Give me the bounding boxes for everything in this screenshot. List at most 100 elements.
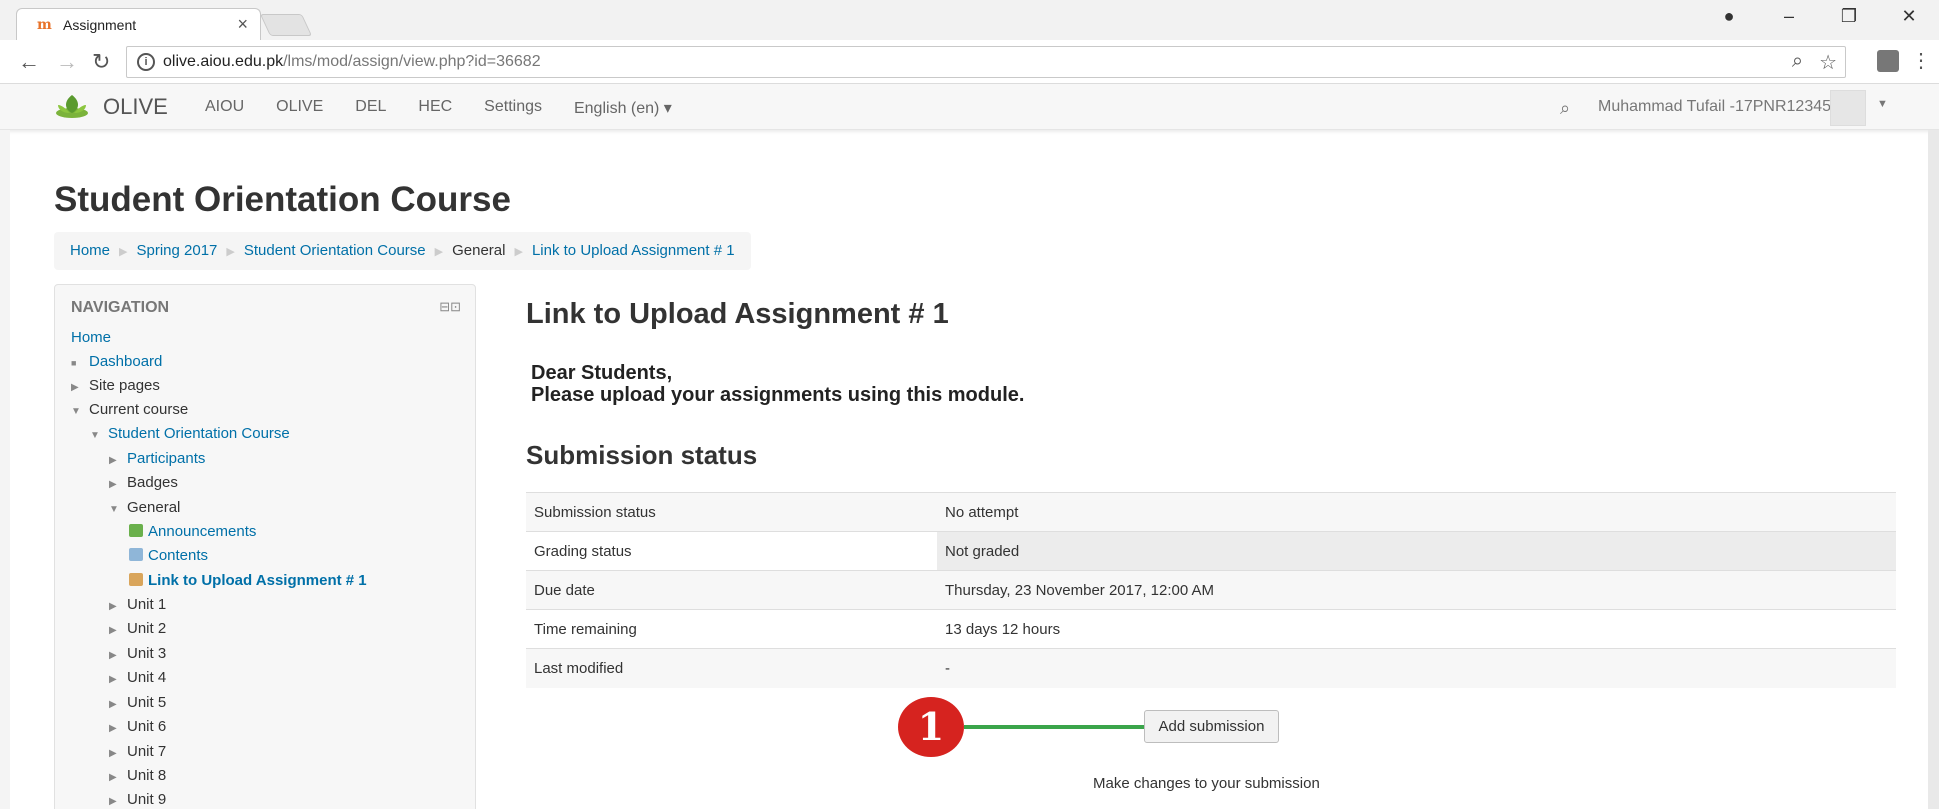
bullet-icon: ■ (71, 358, 77, 368)
expand-icon[interactable]: ▶ (109, 455, 127, 466)
avatar[interactable] (1830, 90, 1866, 126)
nav-item-upload-assignment[interactable]: Link to Upload Assignment # 1 (129, 572, 367, 589)
nav-item-announcements[interactable]: Announcements (129, 523, 256, 540)
nav-item-student-orientation-course[interactable]: ▼ Student Orientation Course (90, 425, 290, 442)
user-name[interactable]: Muhammad Tufail -17PNR12345 (1598, 98, 1831, 116)
close-tab-icon[interactable]: × (237, 14, 248, 35)
extension-icon[interactable] (1877, 50, 1899, 72)
chevron-down-icon[interactable]: ▼ (1877, 98, 1888, 110)
info-icon[interactable]: i (137, 53, 155, 71)
callout-marker: 1 (898, 697, 964, 757)
row-key: Grading status (526, 531, 937, 571)
row-value: 13 days 12 hours (937, 609, 1896, 649)
row-value: No attempt (937, 492, 1896, 532)
browser-tab-strip: m Assignment × ● – ❐ ✕ (0, 0, 1939, 40)
expand-icon[interactable]: ▶ (109, 723, 127, 734)
row-key: Time remaining (526, 609, 937, 649)
row-value: - (937, 648, 1896, 688)
expand-icon[interactable]: ▶ (109, 650, 127, 661)
menu-item-settings[interactable]: Settings (484, 98, 542, 118)
nav-item-dashboard[interactable]: ■ Dashboard (71, 353, 162, 370)
breadcrumb-assignment[interactable]: Link to Upload Assignment # 1 (532, 242, 735, 259)
site-navbar: OLIVE AIOU OLIVE DEL HEC Settings Englis… (0, 84, 1939, 130)
back-icon[interactable]: ← (18, 49, 40, 75)
reload-icon[interactable]: ↻ (92, 49, 110, 75)
bookmark-star-icon[interactable]: ☆ (1819, 50, 1837, 75)
nav-item-home[interactable]: Home (71, 329, 111, 346)
breadcrumb-home[interactable]: Home (70, 242, 110, 259)
nav-item-general[interactable]: ▼ General (109, 499, 180, 516)
nav-item-unit-8[interactable]: ▶ Unit 8 (109, 767, 166, 784)
collapse-icon[interactable]: ▼ (90, 430, 108, 441)
nav-item-participants[interactable]: ▶ Participants (109, 450, 205, 467)
browser-menu-icon[interactable]: ⋮ (1911, 48, 1931, 73)
intro-line-2: Please upload your assignments using thi… (531, 384, 1025, 406)
language-dropdown[interactable]: English (en) ▾ (574, 98, 672, 118)
expand-icon[interactable]: ▶ (109, 479, 127, 490)
new-tab-button[interactable] (259, 14, 313, 36)
expand-icon[interactable]: ▶ (109, 796, 127, 807)
breadcrumb-spring-2017[interactable]: Spring 2017 (136, 242, 217, 259)
nav-item-unit-4[interactable]: ▶ Unit 4 (109, 669, 166, 686)
menu-item-del[interactable]: DEL (355, 98, 386, 118)
nav-item-unit-1[interactable]: ▶ Unit 1 (109, 596, 166, 613)
page-title: Student Orientation Course (54, 180, 511, 219)
expand-icon[interactable]: ▶ (109, 772, 127, 783)
row-value: Not graded (937, 531, 1896, 571)
zoom-icon[interactable]: ⌕ (1792, 50, 1803, 75)
menu-item-aiou[interactable]: AIOU (205, 98, 244, 118)
collapse-icon[interactable]: ▼ (71, 406, 89, 417)
nav-item-site-pages[interactable]: ▶ Site pages (71, 377, 160, 394)
profile-icon[interactable]: ● (1699, 6, 1759, 34)
nav-item-current-course[interactable]: ▼ Current course (71, 401, 188, 418)
nav-item-badges[interactable]: ▶ Badges (109, 474, 178, 491)
submission-status-heading: Submission status (526, 440, 758, 470)
page-icon (129, 548, 143, 561)
submission-help-text: Make changes to your submission (1093, 775, 1320, 792)
collapse-icon[interactable]: ▼ (109, 504, 127, 515)
page-gutter-right (1928, 130, 1939, 809)
expand-icon[interactable]: ▶ (109, 748, 127, 759)
table-row: Time remaining 13 days 12 hours (526, 609, 1896, 649)
nav-item-unit-7[interactable]: ▶ Unit 7 (109, 743, 166, 760)
breadcrumb: Home ▶ Spring 2017 ▶ Student Orientation Cou… (54, 232, 751, 270)
breadcrumb-general: General (452, 242, 506, 259)
nav-item-unit-9[interactable]: ▶ Unit 9 (109, 791, 166, 808)
submission-status-table: Submission status No attempt Grading sta… (526, 492, 1896, 688)
expand-icon[interactable]: ▶ (109, 625, 127, 636)
row-key: Last modified (526, 648, 937, 688)
expand-icon[interactable]: ▶ (109, 699, 127, 710)
nav-item-contents[interactable]: Contents (129, 547, 208, 564)
table-row: Due date Thursday, 23 November 2017, 12:… (526, 570, 1896, 610)
expand-icon[interactable]: ▶ (109, 674, 127, 685)
nav-item-unit-6[interactable]: ▶ Unit 6 (109, 718, 166, 735)
menu-item-olive[interactable]: OLIVE (276, 98, 323, 118)
tab-title: Assignment (63, 17, 137, 33)
row-value: Thursday, 23 November 2017, 12:00 AM (937, 570, 1896, 610)
browser-tab[interactable]: m Assignment × (16, 8, 261, 40)
nav-item-unit-2[interactable]: ▶ Unit 2 (109, 620, 166, 637)
menu-item-hec[interactable]: HEC (418, 98, 452, 118)
add-submission-button[interactable]: Add submission (1144, 710, 1279, 743)
page-gutter-left (0, 130, 10, 809)
address-bar[interactable]: i olive.aiou.edu.pk/lms/mod/assign/view.… (126, 46, 1846, 78)
restore-icon[interactable]: ❐ (1819, 6, 1879, 34)
close-window-icon[interactable]: ✕ (1879, 6, 1939, 34)
table-row: Grading status Not graded (526, 531, 1896, 571)
nav-item-unit-5[interactable]: ▶ Unit 5 (109, 694, 166, 711)
table-row: Submission status No attempt (526, 492, 1896, 532)
block-collapse-icon[interactable]: ⊟⊡ (439, 299, 461, 315)
expand-icon[interactable]: ▶ (71, 382, 89, 393)
breadcrumb-course[interactable]: Student Orientation Course (244, 242, 426, 259)
row-key: Submission status (526, 492, 937, 532)
nav-item-unit-3[interactable]: ▶ Unit 3 (109, 645, 166, 662)
moodle-icon: m (37, 17, 52, 33)
forward-icon[interactable]: → (56, 49, 78, 75)
expand-icon[interactable]: ▶ (109, 601, 127, 612)
navigation-title: NAVIGATION (71, 299, 170, 316)
brand-name[interactable]: OLIVE (103, 94, 168, 120)
olive-logo-icon[interactable] (52, 91, 92, 123)
minimize-icon[interactable]: – (1759, 6, 1819, 34)
search-icon[interactable]: ⌕ (1560, 98, 1570, 119)
table-row: Last modified - (526, 648, 1896, 688)
